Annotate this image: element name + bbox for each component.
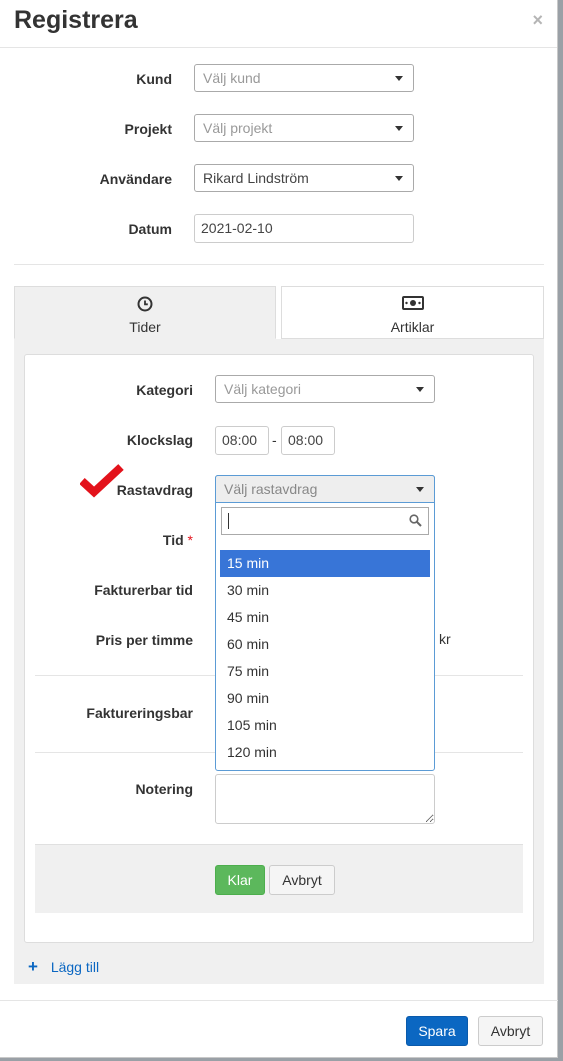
add-row-link[interactable]: + Lägg till — [28, 957, 99, 977]
rastavdrag-option[interactable]: 15 min — [220, 550, 430, 577]
klockslag-to-input[interactable]: 08:00 — [281, 426, 335, 455]
projekt-select[interactable]: Välj projekt — [194, 114, 414, 142]
klar-button[interactable]: Klar — [215, 865, 265, 895]
projekt-label: Projekt — [124, 121, 172, 137]
rastavdrag-option[interactable]: 105 min — [220, 712, 430, 739]
rastavdrag-select-value: Välj rastavdrag — [224, 481, 318, 497]
add-row-label: Lägg till — [50, 959, 100, 975]
notering-label: Notering — [135, 781, 193, 797]
kund-select-value: Välj kund — [203, 70, 261, 86]
tid-label: Tid * — [163, 532, 193, 548]
cancel-button[interactable]: Avbryt — [478, 1016, 543, 1046]
clock-icon — [137, 296, 153, 315]
tab-tider[interactable]: Tider — [14, 286, 276, 339]
projekt-select-value: Välj projekt — [203, 120, 273, 136]
rastavdrag-option[interactable]: 75 min — [220, 658, 430, 685]
modal-title: Registrera — [14, 6, 138, 34]
pris-unit: kr — [439, 631, 451, 647]
klockslag-separator: - — [272, 432, 277, 448]
rastavdrag-option[interactable]: 60 min — [220, 631, 430, 658]
rastavdrag-option[interactable]: 90 min — [220, 685, 430, 712]
chevron-down-icon — [395, 76, 403, 81]
chevron-down-icon — [416, 387, 424, 392]
banknote-icon — [401, 296, 424, 313]
klockslag-from-input[interactable]: 08:00 — [215, 426, 269, 455]
rastavdrag-option[interactable]: 120 min — [220, 739, 430, 766]
text-cursor — [228, 513, 229, 529]
faktureringsbar-label: Faktureringsbar — [86, 705, 193, 721]
avbryt-panel-button[interactable]: Avbryt — [269, 865, 335, 895]
footer-divider — [0, 1000, 558, 1001]
close-icon[interactable]: × — [532, 10, 543, 31]
chevron-down-icon — [416, 487, 424, 492]
kund-select[interactable]: Välj kund — [194, 64, 414, 92]
rastavdrag-option[interactable]: 30 min — [220, 577, 430, 604]
tab-artiklar-label: Artiklar — [390, 319, 435, 335]
chevron-down-icon — [395, 126, 403, 131]
save-button[interactable]: Spara — [406, 1016, 468, 1046]
register-modal: Registrera × Kund Välj kund Projekt Välj… — [0, 0, 558, 1058]
tab-artiklar[interactable]: Artiklar — [281, 286, 544, 339]
kategori-label: Kategori — [136, 382, 193, 398]
divider — [14, 264, 544, 265]
rastavdrag-search-input[interactable] — [221, 507, 429, 535]
kategori-select[interactable]: Välj kategori — [215, 375, 435, 403]
anvandare-select-value: Rikard Lindström — [203, 170, 309, 186]
kund-label: Kund — [136, 71, 172, 87]
anvandare-select[interactable]: Rikard Lindström — [194, 164, 414, 192]
chevron-down-icon — [395, 176, 403, 181]
required-marker: * — [187, 532, 193, 548]
rastavdrag-select[interactable]: Välj rastavdrag — [215, 475, 435, 503]
rastavdrag-dropdown[interactable]: Välj rastavdrag 15 min 30 min 45 min 60 … — [215, 475, 435, 771]
pris-per-timme-label: Pris per timme — [95, 632, 193, 648]
plus-icon: + — [28, 957, 38, 976]
klockslag-label: Klockslag — [126, 432, 193, 448]
datum-label: Datum — [128, 221, 172, 237]
kategori-select-value: Välj kategori — [224, 381, 302, 397]
tid-label-text: Tid — [162, 532, 184, 548]
tab-tider-label: Tider — [129, 319, 161, 335]
notering-textarea[interactable] — [215, 774, 435, 824]
anvandare-label: Användare — [99, 171, 172, 187]
datum-input[interactable]: 2021-02-10 — [194, 214, 414, 243]
rastavdrag-label: Rastavdrag — [116, 482, 193, 498]
modal-header: Registrera × — [0, 0, 557, 48]
fakturerbar-tid-label: Fakturerbar tid — [94, 582, 193, 598]
search-icon — [409, 514, 422, 530]
rastavdrag-option[interactable]: 45 min — [220, 604, 430, 631]
